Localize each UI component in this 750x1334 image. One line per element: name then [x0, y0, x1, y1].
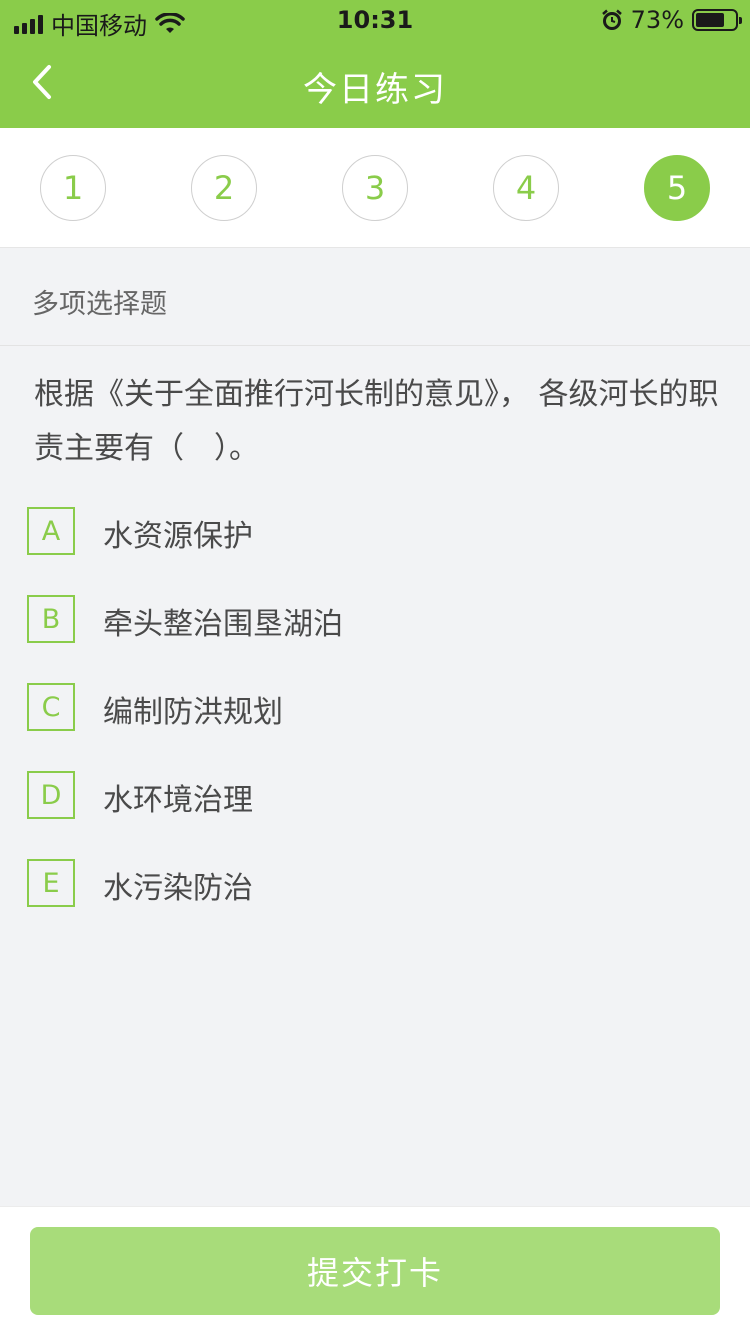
option-text: 水污染防治 [103, 871, 253, 906]
option-b[interactable]: B 牵头整治围垦湖泊 [27, 595, 727, 645]
step-2[interactable]: 2 [191, 155, 257, 221]
status-right: 73% [601, 6, 742, 34]
option-letter: B [27, 595, 75, 643]
question-type-header: 多项选择题 [0, 248, 750, 346]
option-e[interactable]: E 水污染防治 [27, 859, 727, 909]
option-text: 编制防洪规划 [103, 695, 283, 730]
option-a[interactable]: A 水资源保护 [27, 507, 727, 557]
step-3[interactable]: 3 [342, 155, 408, 221]
footer: 提交打卡 [0, 1206, 750, 1334]
option-letter: A [27, 507, 75, 555]
option-text: 牵头整治围垦湖泊 [103, 607, 343, 642]
alarm-icon [601, 9, 622, 30]
question-step-bar: 1 2 3 4 5 [0, 128, 750, 248]
option-text: 水资源保护 [103, 519, 253, 554]
option-text: 水环境治理 [103, 783, 253, 818]
question-type-label: 多项选择题 [32, 289, 167, 320]
step-4[interactable]: 4 [493, 155, 559, 221]
submit-button[interactable]: 提交打卡 [30, 1227, 720, 1315]
option-d[interactable]: D 水环境治理 [27, 771, 727, 821]
option-c[interactable]: C 编制防洪规划 [27, 683, 727, 733]
question-text: 根据《关于全面推行河长制的意见》， 各级河长的职责主要有（ ）。 [34, 377, 719, 466]
option-letter: C [27, 683, 75, 731]
option-letter: D [27, 771, 75, 819]
battery-percent: 73% [630, 6, 684, 34]
step-5[interactable]: 5 [644, 155, 710, 221]
nav-bar: 今日练习 [0, 40, 750, 128]
page-title: 今日练习 [303, 70, 447, 110]
option-letter: E [27, 859, 75, 907]
step-1[interactable]: 1 [40, 155, 106, 221]
header: 中国移动 10:31 73% 今日练习 [0, 0, 750, 128]
battery-fill [696, 13, 724, 27]
status-bar: 中国移动 10:31 73% [0, 0, 750, 40]
battery-icon [692, 9, 742, 31]
